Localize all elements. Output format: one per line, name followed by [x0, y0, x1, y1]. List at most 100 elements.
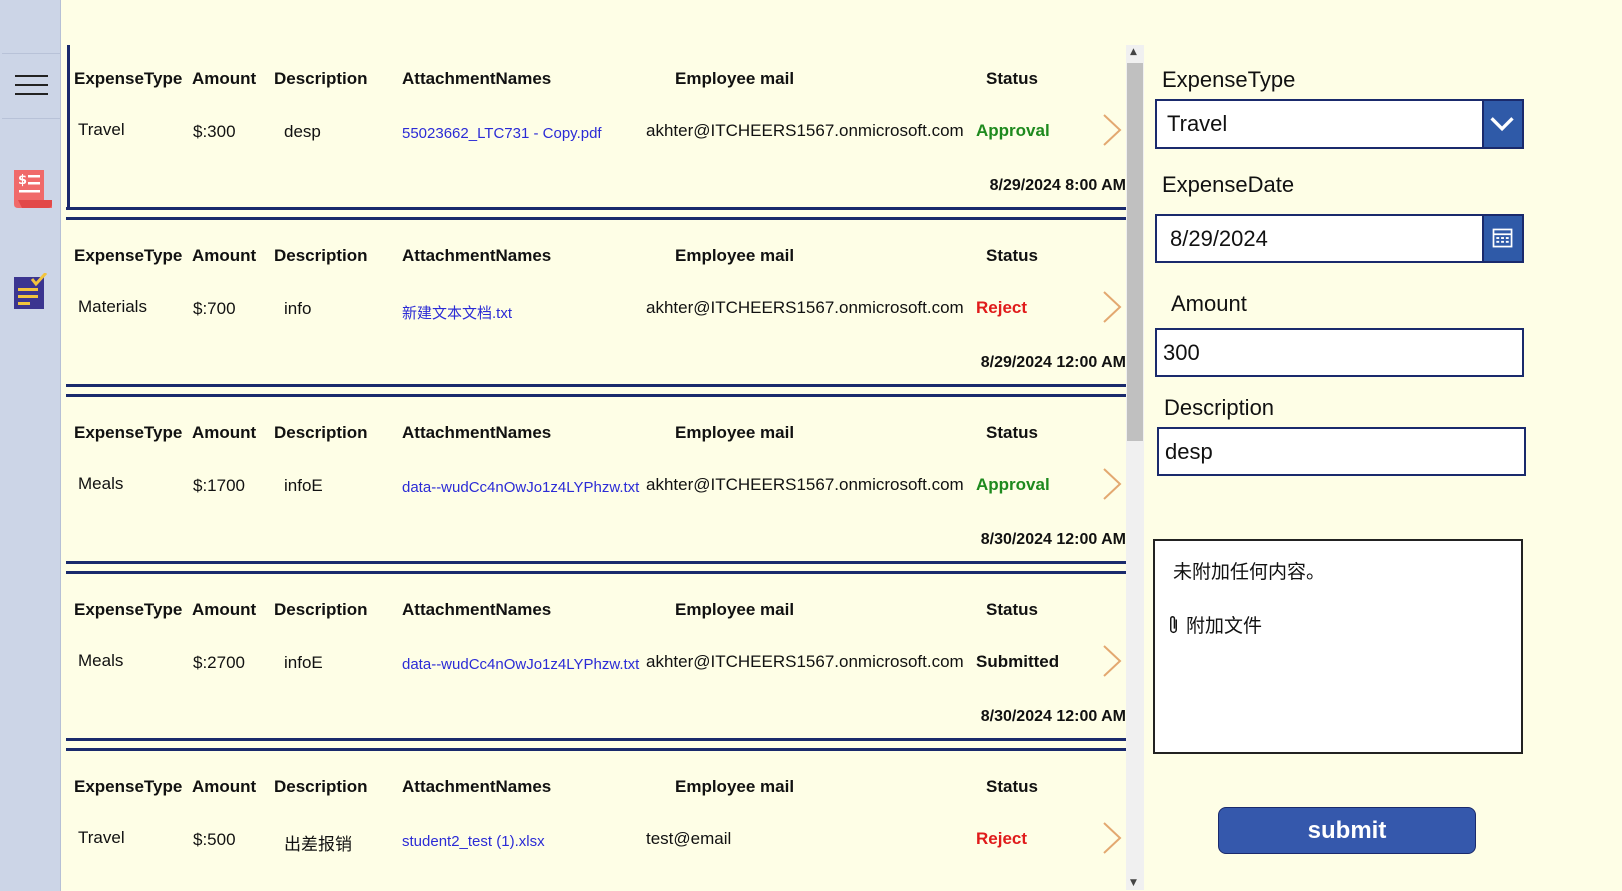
header-description: Description [274, 600, 368, 619]
scrollbar-thumb[interactable] [1127, 63, 1143, 441]
description-value: desp [284, 122, 321, 141]
chevron-right-icon[interactable] [1101, 467, 1123, 501]
header-amount: Amount [192, 246, 257, 265]
expense-date-label: ExpenseDate [1162, 172, 1295, 197]
chevron-right-icon[interactable] [1101, 290, 1123, 324]
header-employee-mail: Employee mail [675, 600, 795, 619]
employee-mail-value: akhter@ITCHEERS1567.onmicrosoft.com [646, 121, 964, 140]
expense-type-value: Meals [78, 474, 124, 493]
no-attachments-text: 未附加任何内容。 [1173, 561, 1326, 583]
header-status: Status [986, 423, 1038, 442]
header-attachments: AttachmentNames [402, 600, 552, 619]
expense-date-value: 8/30/2024 12:00 AM [980, 531, 1126, 548]
employee-mail-value: akhter@ITCHEERS1567.onmicrosoft.com [646, 475, 964, 494]
header-attachments: AttachmentNames [402, 777, 552, 796]
amount-value: $:2700 [193, 653, 245, 672]
chevron-right-icon[interactable] [1101, 113, 1123, 147]
description-value: infoE [284, 476, 323, 495]
header-employee-mail: Employee mail [675, 69, 795, 88]
svg-text:$: $ [18, 173, 27, 188]
attach-file-button[interactable]: 附加文件 [1167, 611, 1262, 638]
divider [66, 738, 1126, 751]
header-status: Status [986, 246, 1038, 265]
gallery-item[interactable]: ExpenseType Amount Description Attachmen… [66, 753, 1126, 890]
expense-type-value: Travel [78, 120, 125, 139]
header-amount: Amount [192, 600, 257, 619]
status-badge: Approval [976, 121, 1050, 140]
status-badge: Approval [976, 475, 1050, 494]
header-status: Status [986, 777, 1038, 796]
expense-date-value: 8/29/2024 12:00 AM [980, 354, 1126, 371]
header-attachments: AttachmentNames [402, 69, 552, 88]
amount-value: $:700 [193, 299, 236, 318]
expense-type-selected: Travel [1167, 111, 1228, 136]
header-attachments: AttachmentNames [402, 246, 552, 265]
expense-date-picker[interactable]: 8/29/2024 [1155, 214, 1524, 263]
expense-date-value: 8/30/2024 12:00 AM [980, 708, 1126, 725]
attachments-box[interactable]: 未附加任何内容。 附加文件 [1153, 539, 1523, 754]
amount-value: $:300 [193, 122, 236, 141]
expense-type-value: Meals [78, 651, 124, 670]
divider [66, 207, 1126, 220]
description-input-value: desp [1165, 439, 1213, 464]
paperclip-icon [1170, 615, 1177, 633]
attach-file-label: 附加文件 [1186, 615, 1263, 637]
employee-mail-value: test@email [646, 829, 732, 848]
expense-date-value: 8/29/2024 [1170, 226, 1268, 251]
gallery-item[interactable]: ExpenseType Amount Description Attachmen… [66, 45, 1126, 222]
expense-type-dropdown[interactable]: Travel [1155, 99, 1524, 149]
header-description: Description [274, 423, 368, 442]
expense-type-label: ExpenseType [1162, 67, 1296, 92]
header-amount: Amount [192, 69, 257, 88]
header-expense-type: ExpenseType [74, 423, 183, 442]
amount-value: $:500 [193, 830, 236, 849]
scroll-up-arrow[interactable]: ▲ [1130, 47, 1137, 57]
status-badge: Reject [976, 298, 1028, 317]
gallery-item[interactable]: ExpenseType Amount Description Attachmen… [66, 576, 1126, 753]
status-badge: Submitted [976, 652, 1060, 671]
nav-rail: $ [0, 0, 61, 891]
gallery-item[interactable]: ExpenseType Amount Description Attachmen… [66, 222, 1126, 399]
header-employee-mail: Employee mail [675, 423, 795, 442]
expense-date-value: 8/29/2024 8:00 AM [989, 177, 1126, 194]
gallery-scrollbar[interactable]: ▲ ▼ [1126, 45, 1144, 890]
header-expense-type: ExpenseType [74, 600, 183, 619]
chevron-right-icon[interactable] [1101, 821, 1123, 855]
header-expense-type: ExpenseType [74, 246, 183, 265]
header-description: Description [274, 777, 368, 796]
header-amount: Amount [192, 777, 257, 796]
header-employee-mail: Employee mail [675, 777, 795, 796]
header-description: Description [274, 246, 368, 265]
expense-receipt-icon[interactable]: $ [10, 166, 54, 212]
expense-type-value: Travel [78, 828, 125, 847]
employee-mail-value: akhter@ITCHEERS1567.onmicrosoft.com [646, 652, 964, 671]
calendar-icon[interactable] [1482, 216, 1522, 261]
description-value: info [284, 299, 312, 318]
header-amount: Amount [192, 423, 257, 442]
attachment-link[interactable]: data--wudCc4nOwJo1z4LYPhzw.txt [402, 656, 639, 673]
amount-input-value: 300 [1163, 340, 1200, 365]
expense-type-value: Materials [78, 297, 147, 316]
scroll-down-arrow[interactable]: ▼ [1130, 878, 1137, 888]
header-status: Status [986, 69, 1038, 88]
attachment-link[interactable]: data--wudCc4nOwJo1z4LYPhzw.txt [402, 479, 639, 496]
amount-input[interactable]: 300 [1155, 328, 1524, 377]
gallery-item[interactable]: ExpenseType Amount Description Attachmen… [66, 399, 1126, 576]
description-label: Description [1164, 395, 1275, 420]
attachment-link[interactable]: student2_test (1).xlsx [402, 833, 545, 850]
divider [66, 561, 1126, 574]
chevron-right-icon[interactable] [1101, 644, 1123, 678]
chevron-down-icon[interactable] [1482, 101, 1522, 147]
description-input[interactable]: desp [1157, 427, 1526, 476]
attachment-link[interactable]: 新建文本文档.txt [402, 302, 512, 323]
attachment-link[interactable]: 55023662_LTC731 - Copy.pdf [402, 125, 602, 142]
header-attachments: AttachmentNames [402, 423, 552, 442]
divider [66, 384, 1126, 397]
amount-label: Amount [1171, 291, 1247, 316]
expense-gallery[interactable]: ExpenseType Amount Description Attachmen… [66, 45, 1126, 890]
header-expense-type: ExpenseType [74, 69, 183, 88]
submit-button[interactable]: submit [1218, 807, 1476, 854]
header-status: Status [986, 600, 1038, 619]
menu-icon[interactable] [2, 53, 61, 119]
task-checklist-icon[interactable] [14, 273, 48, 309]
